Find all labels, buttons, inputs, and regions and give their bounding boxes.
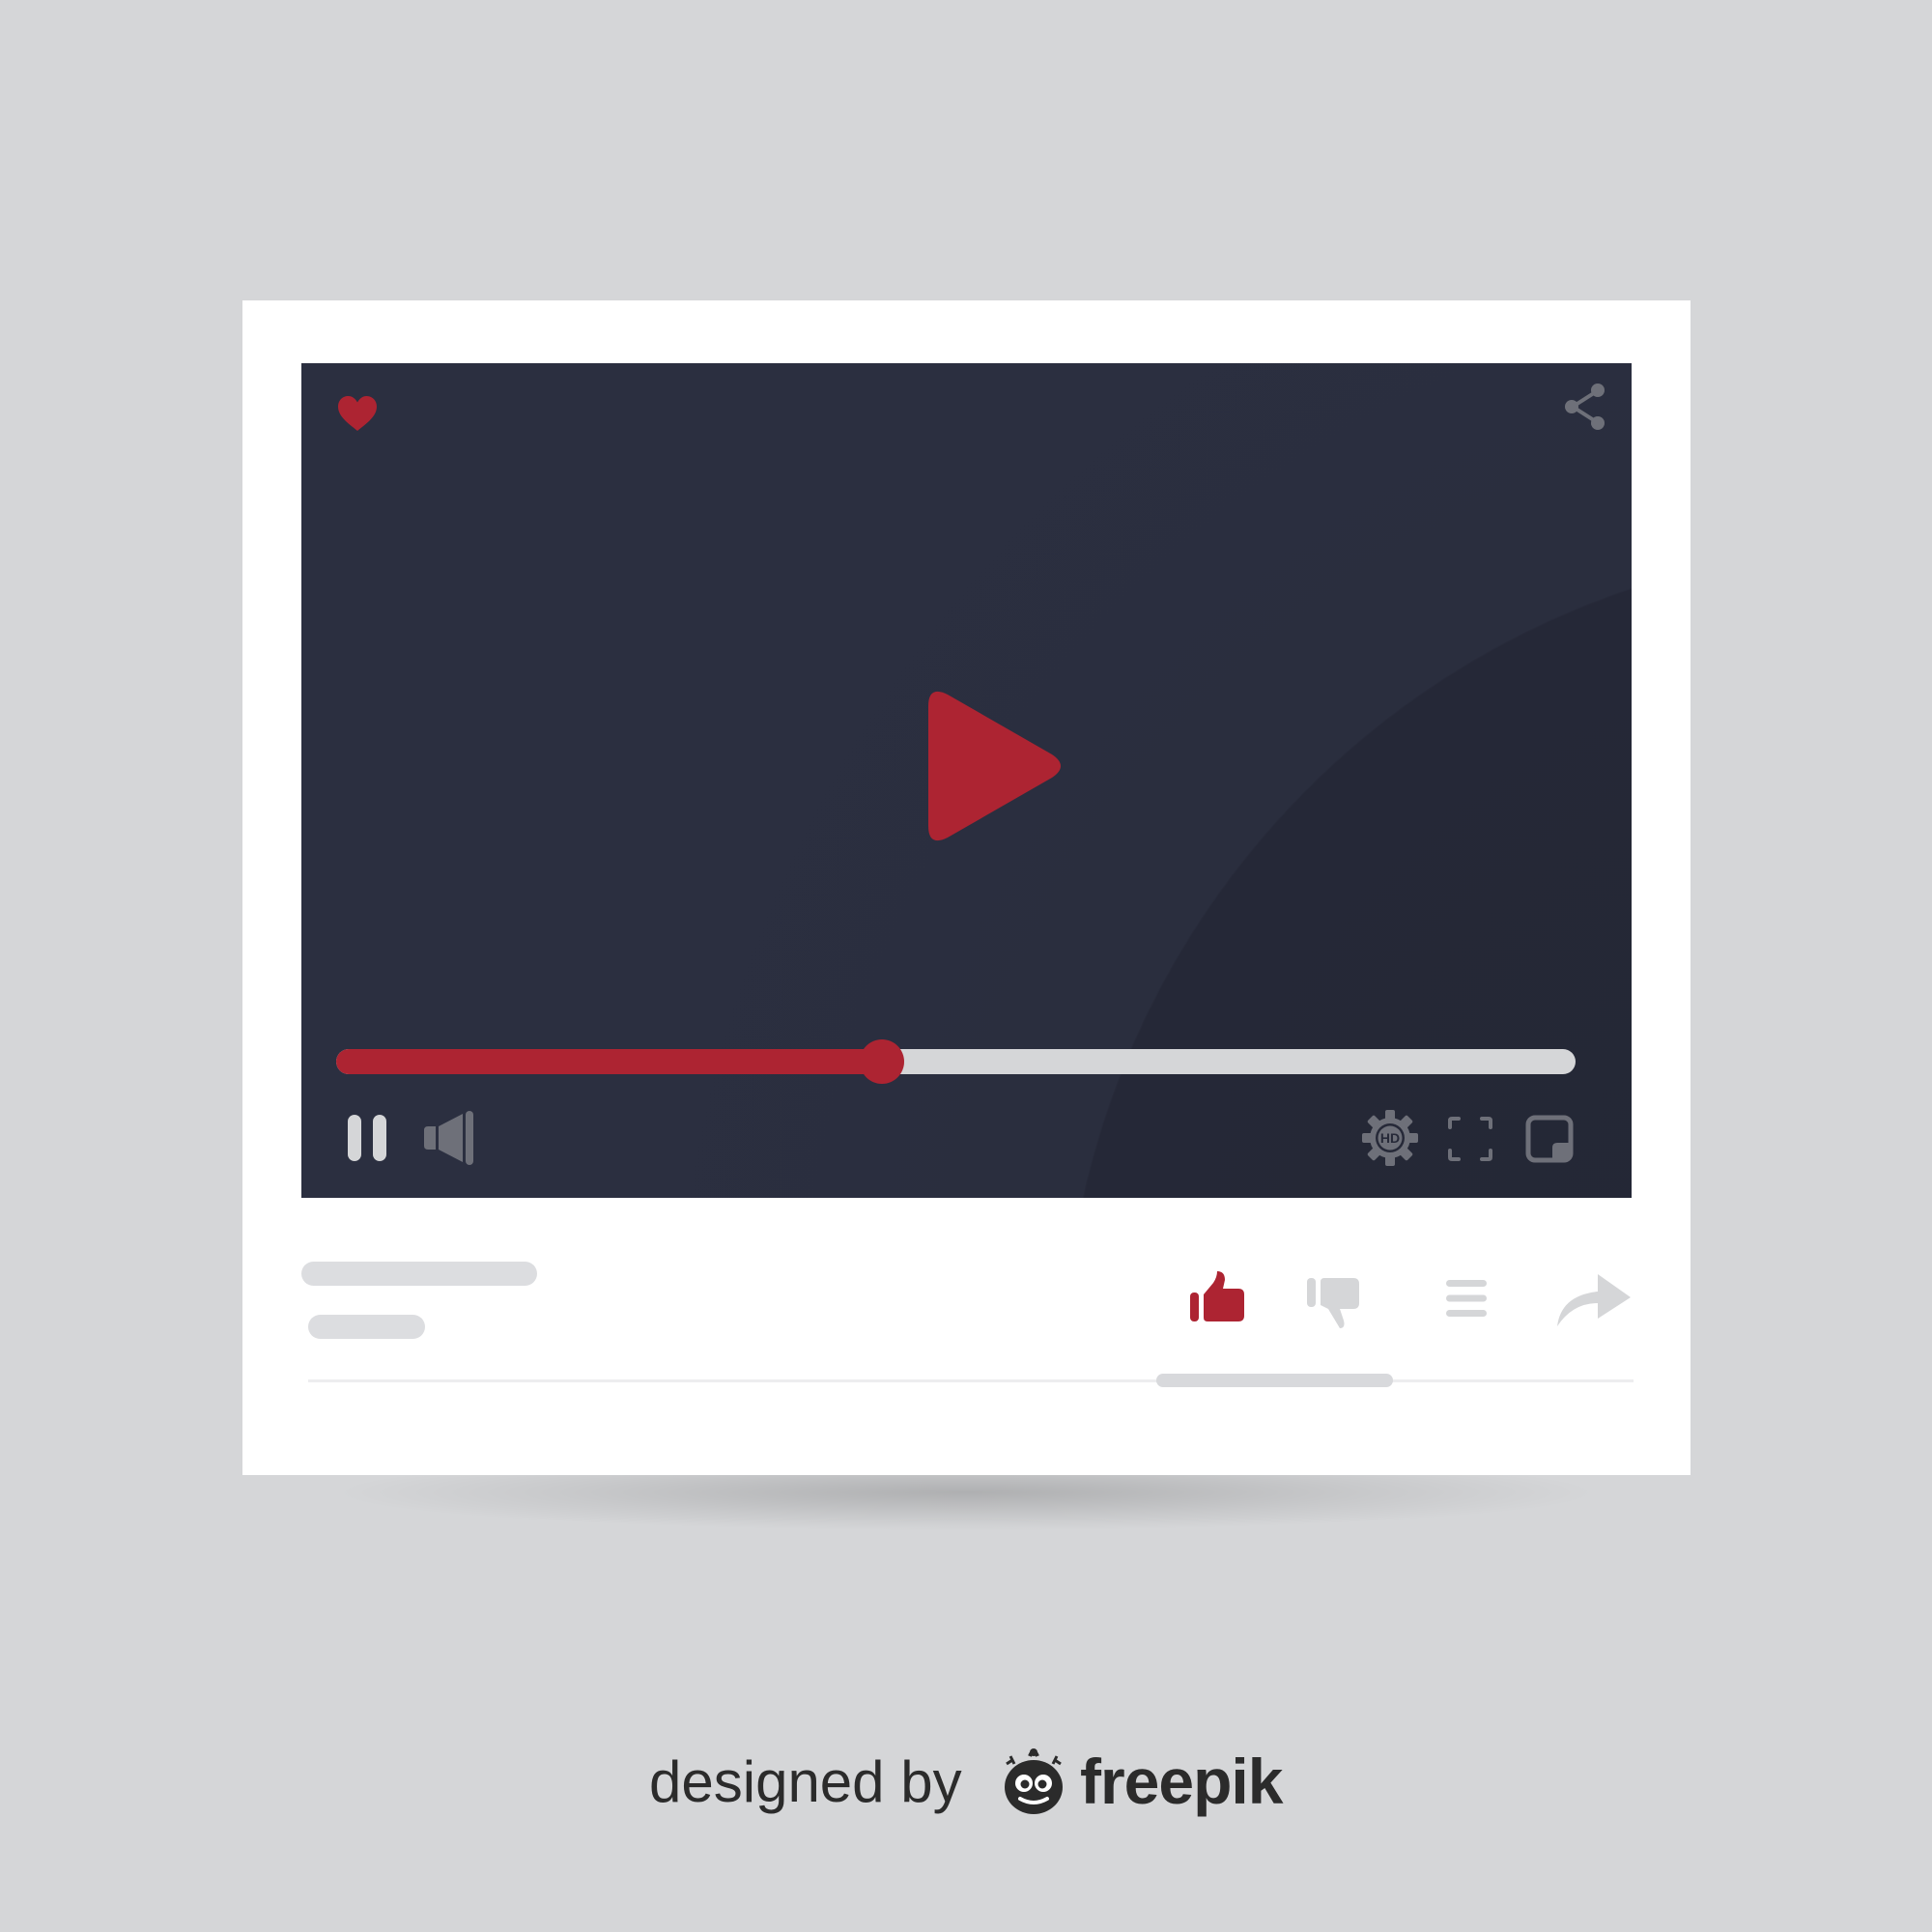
content-divider [308,1379,1634,1382]
attribution: designed by freepik [649,1746,1306,1824]
pause-icon[interactable] [346,1115,388,1161]
speaker-icon[interactable] [424,1111,474,1165]
attribution-brand: freepik [1080,1746,1283,1817]
play-icon[interactable] [924,687,1067,845]
thumbs-up-icon[interactable] [1190,1271,1244,1321]
miniplayer-icon[interactable] [1525,1115,1574,1163]
heart-icon[interactable] [337,395,378,432]
forward-arrow-icon[interactable] [1555,1272,1631,1326]
quality-badge: HD [1379,1130,1401,1146]
progress-bar[interactable] [336,1039,1576,1084]
freepik-logo-icon [997,1747,1070,1816]
progress-bar-fill [336,1049,882,1074]
progress-bar-handle[interactable] [859,1039,904,1084]
attribution-prefix: designed by [649,1749,962,1814]
menu-icon[interactable] [1446,1280,1487,1317]
gear-icon[interactable]: HD [1362,1110,1418,1166]
thumbs-down-icon[interactable] [1307,1278,1359,1328]
tab-indicator [1156,1374,1393,1387]
fullscreen-icon[interactable] [1448,1117,1492,1161]
video-title-placeholder [301,1262,537,1286]
video-screen[interactable]: HD [301,363,1632,1198]
channel-name-placeholder [308,1315,425,1339]
share-icon[interactable] [1563,383,1607,431]
